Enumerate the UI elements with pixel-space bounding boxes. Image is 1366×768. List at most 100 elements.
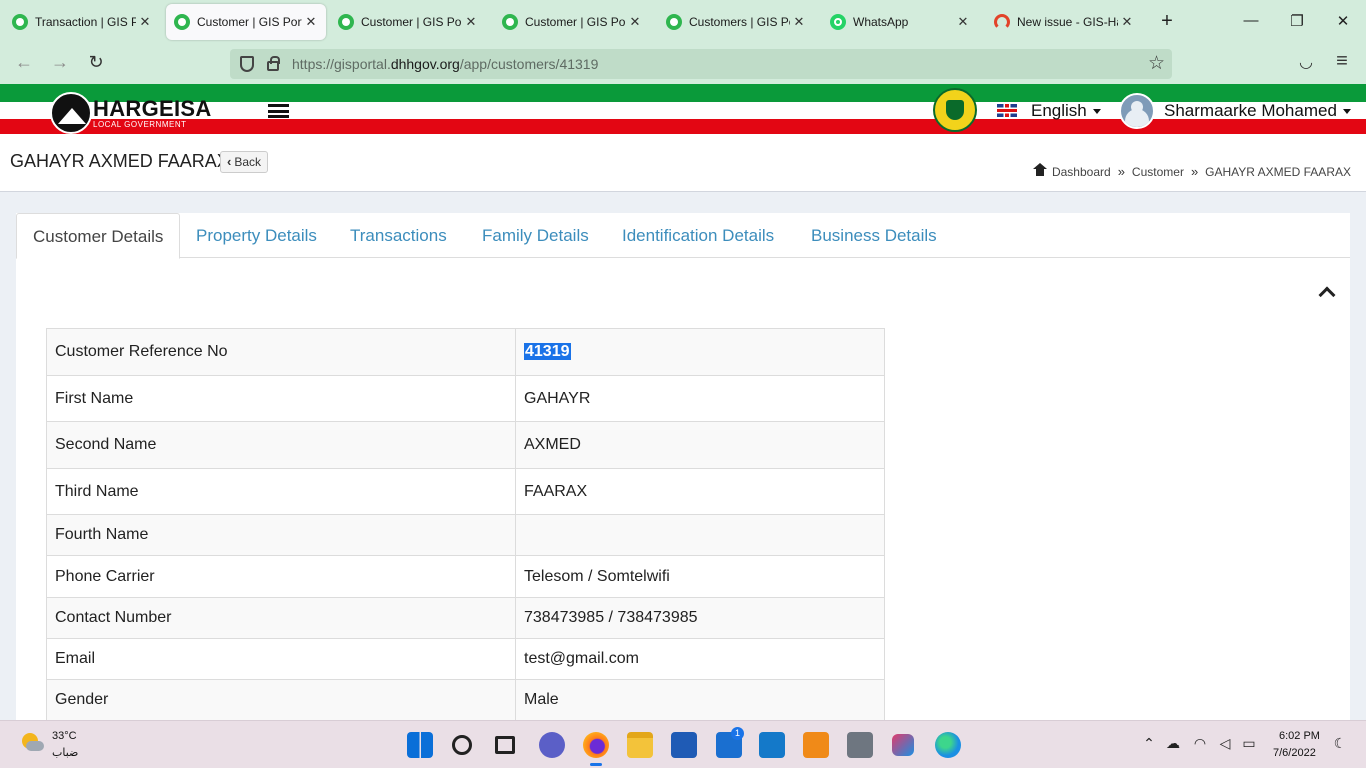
close-tab-icon[interactable]: ✕ (628, 14, 642, 30)
shield-icon[interactable] (240, 56, 254, 72)
edge-icon[interactable] (935, 732, 961, 758)
language-dropdown[interactable]: English (1031, 101, 1101, 121)
field-value (515, 514, 885, 556)
hamburger-menu-icon[interactable] (268, 104, 289, 118)
tab-label: Customer | GIS Portal (361, 15, 462, 29)
logo-icon[interactable] (50, 92, 92, 134)
store-icon[interactable] (671, 732, 697, 758)
tab-identification-details[interactable]: Identification Details (606, 213, 790, 258)
field-value: test@gmail.com (515, 638, 885, 680)
window-close-icon[interactable]: ✕ (1331, 12, 1355, 30)
close-tab-icon[interactable]: ✕ (1120, 14, 1134, 30)
back-button[interactable]: ‹ Back (220, 151, 269, 173)
user-name: Sharmaarke Mohamed (1164, 101, 1337, 120)
pocket-icon[interactable]: ◡ (1294, 52, 1318, 72)
browser-nav-bar: ← → ↻ https://gisportal.dhhgov.org/app/c… (0, 44, 1366, 84)
reload-icon[interactable]: ↻ (84, 52, 108, 73)
l-app-icon[interactable] (759, 732, 785, 758)
field-label: Fourth Name (46, 514, 516, 556)
user-menu[interactable]: Sharmaarke Mohamed (1164, 101, 1351, 121)
field-value: GAHAYR (515, 375, 885, 422)
tab-family-details[interactable]: Family Details (466, 213, 605, 258)
chat-icon[interactable] (539, 732, 565, 758)
file-explorer-icon[interactable] (627, 732, 653, 758)
snipping-tool-icon[interactable] (892, 734, 914, 756)
customer-box: Customer Details Property Details Transa… (16, 213, 1350, 733)
chevron-left-icon: ‹ (227, 154, 232, 169)
field-label: Phone Carrier (46, 555, 516, 598)
address-bar[interactable]: https://gisportal.dhhgov.org/app/custome… (230, 49, 1172, 79)
tab-customer-details[interactable]: Customer Details (16, 213, 181, 259)
weather-icon[interactable] (20, 733, 44, 753)
weather-description[interactable]: ضباب (52, 746, 78, 759)
forward-arrow-icon[interactable]: → (48, 52, 72, 73)
minimize-icon[interactable]: — (1239, 12, 1263, 29)
field-value: AXMED (515, 421, 885, 469)
app-icon[interactable] (803, 732, 829, 758)
browser-tab-customers[interactable]: Customers | GIS Portal ✕ (658, 4, 814, 40)
browser-tab-customer-active[interactable]: Customer | GIS Portal ✕ (166, 4, 326, 40)
url-text[interactable]: https://gisportal.dhhgov.org/app/custome… (292, 56, 598, 72)
clock-time[interactable]: 6:02 PM (1279, 730, 1320, 742)
bookmark-star-icon[interactable]: ☆ (1148, 52, 1165, 75)
field-label: Third Name (46, 468, 516, 515)
browser-tab-whatsapp[interactable]: WhatsApp ✕ (822, 4, 978, 40)
firefox-icon[interactable] (583, 732, 609, 758)
browser-tab-transaction[interactable]: Transaction | GIS Portal ✕ (4, 4, 160, 40)
back-arrow-icon[interactable]: ← (12, 52, 36, 73)
browser-tab-customer-3[interactable]: Customer | GIS Portal ✕ (494, 4, 650, 40)
lock-icon[interactable] (267, 56, 280, 71)
tab-transactions[interactable]: Transactions (334, 213, 463, 258)
field-label: Second Name (46, 421, 516, 469)
clock-date[interactable]: 7/6/2022 (1273, 747, 1316, 759)
tab-business-details[interactable]: Business Details (795, 213, 953, 258)
calculator-icon[interactable] (847, 732, 873, 758)
url-path: /app/customers/41319 (459, 56, 599, 72)
browser-tab-customer-2[interactable]: Customer | GIS Portal ✕ (330, 4, 486, 40)
table-row: Third Name FAARAX (46, 468, 885, 515)
close-tab-icon[interactable]: ✕ (138, 14, 152, 30)
tab-label: Customers | GIS Portal (689, 15, 790, 29)
browser-tab-strip: Transaction | GIS Portal ✕ Customer | GI… (0, 0, 1366, 44)
table-row: Contact Number 738473985 / 738473985 (46, 597, 885, 639)
field-label: Gender (46, 679, 516, 721)
table-row: Email test@gmail.com (46, 638, 885, 680)
tab-property-details[interactable]: Property Details (180, 213, 333, 258)
start-icon[interactable] (407, 732, 433, 758)
avatar[interactable] (1119, 93, 1155, 129)
logo-text[interactable]: HARGEISA (93, 98, 212, 120)
breadcrumb-customer[interactable]: Customer (1132, 165, 1184, 179)
close-tab-icon[interactable]: ✕ (464, 14, 478, 30)
customer-details-table: Customer Reference No 41319 First Name G… (46, 328, 885, 721)
onedrive-icon[interactable]: ☁ (1163, 735, 1183, 752)
app-menu-icon[interactable]: ≡ (1330, 50, 1354, 73)
tab-label: WhatsApp (853, 15, 909, 29)
breadcrumb-separator: » (1117, 164, 1125, 179)
close-tab-icon[interactable]: ✕ (304, 14, 318, 30)
temperature[interactable]: 33°C (52, 730, 77, 742)
close-tab-icon[interactable]: ✕ (956, 14, 970, 30)
table-row: Fourth Name (46, 514, 885, 556)
volume-icon[interactable]: ◁ (1215, 735, 1235, 752)
task-view-icon[interactable] (495, 736, 515, 754)
gis-favicon-icon (666, 14, 682, 30)
battery-icon[interactable]: ▭ (1239, 735, 1259, 752)
close-tab-icon[interactable]: ✕ (792, 14, 806, 30)
notifications-icon[interactable]: ☾ (1330, 735, 1350, 752)
content-header: GAHAYR AXMED FAARAX ‹ Back Dashboard » C… (0, 136, 1366, 192)
new-tab-icon[interactable]: + (1157, 10, 1177, 33)
chevron-up-icon[interactable]: ⌃ (1139, 735, 1159, 752)
wifi-icon[interactable]: ◠ (1190, 735, 1210, 752)
customer-reference-value[interactable]: 41319 (524, 343, 571, 360)
browser-tab-new-issue[interactable]: New issue - GIS-Hargeisa ✕ (986, 4, 1142, 40)
gis-favicon-icon (12, 14, 28, 30)
chevron-up-icon[interactable] (1320, 285, 1332, 297)
uk-flag-icon[interactable] (997, 104, 1017, 117)
emblem-icon (933, 88, 977, 132)
breadcrumb-dashboard[interactable]: Dashboard (1052, 165, 1111, 179)
taskbar: 33°C ضباب 1 ⌃ ☁ ◠ ◁ ▭ 6:02 PM 7/6/2022 ☾ (0, 720, 1366, 768)
table-row: First Name GAHAYR (46, 375, 885, 422)
search-icon[interactable] (452, 735, 472, 755)
tab-label: Transaction | GIS Portal (35, 15, 136, 29)
restore-icon[interactable]: ❐ (1285, 12, 1309, 30)
